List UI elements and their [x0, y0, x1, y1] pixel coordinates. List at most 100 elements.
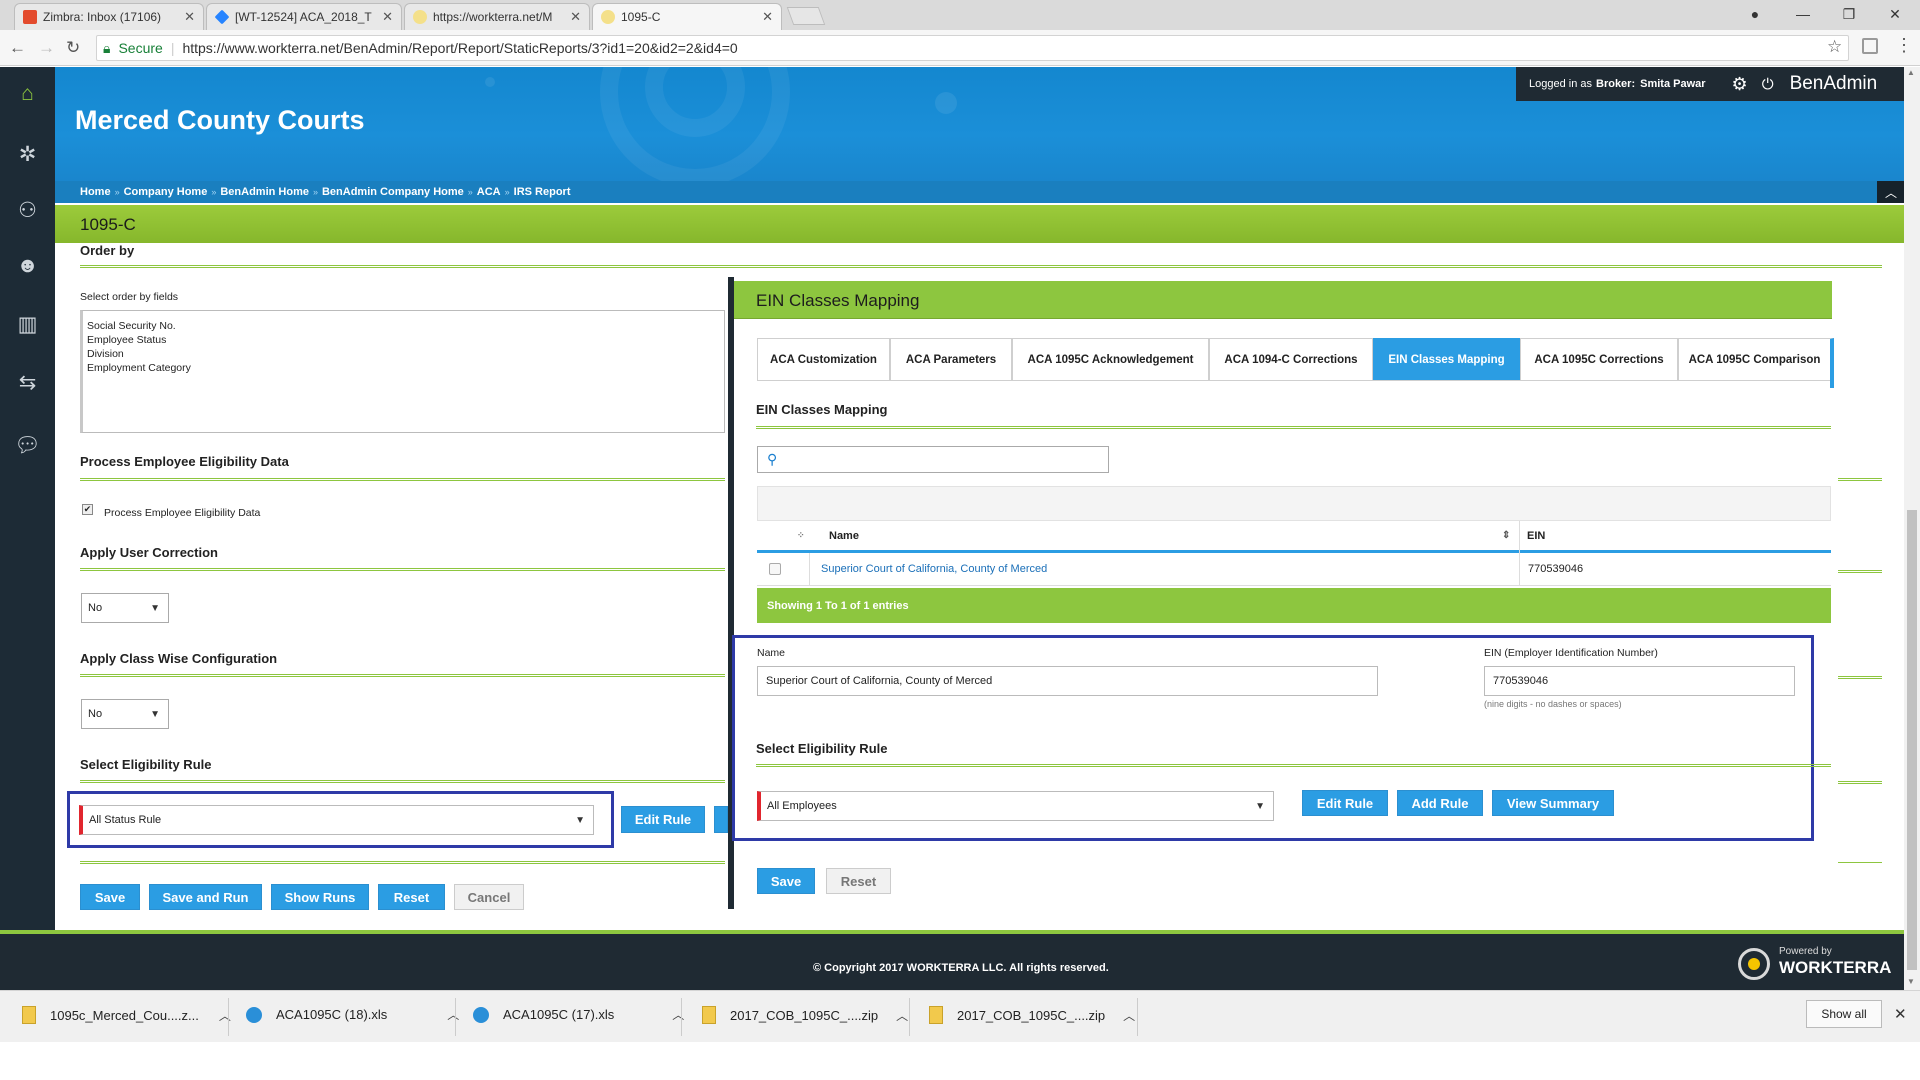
close-downloads-icon[interactable]: ✕ — [1894, 1005, 1907, 1023]
new-tab-button[interactable] — [786, 7, 826, 25]
ein-hint: (nine digits - no dashes or spaces) — [1484, 699, 1622, 709]
panel-edit-rule-button[interactable]: Edit Rule — [1302, 790, 1388, 816]
download-item[interactable]: 1095c_Merced_Cou....z... ︿ — [22, 1006, 231, 1024]
eligibility-rule-select[interactable]: All Status Rule ▼ — [79, 805, 594, 835]
edit-rule-button[interactable]: Edit Rule — [621, 806, 705, 833]
transfer-icon[interactable]: ⇆ — [0, 364, 55, 400]
reset-button[interactable]: Reset — [378, 884, 445, 910]
user-settings-icon[interactable]: ⚇ — [0, 192, 55, 228]
divider — [80, 568, 725, 571]
table-row[interactable]: Superior Court of California, County of … — [757, 553, 1831, 586]
list-item[interactable]: Employment Category — [87, 361, 720, 375]
chevron-up-icon[interactable]: ︿ — [672, 1006, 684, 1023]
cancel-button[interactable]: Cancel — [454, 884, 524, 910]
bookmark-star-icon[interactable]: ☆ — [1827, 37, 1842, 57]
tab-aca-customization[interactable]: ACA Customization — [757, 338, 890, 380]
secure-label: Secure — [118, 40, 163, 56]
bar-chart-icon[interactable]: ▥ — [0, 306, 55, 342]
name-field[interactable]: Superior Court of California, County of … — [757, 666, 1378, 696]
scroll-down-icon[interactable]: ▼ — [1907, 977, 1915, 986]
class-wise-select[interactable]: No ▼ — [81, 699, 169, 729]
process-eligibility-checkbox[interactable]: ✔ — [82, 504, 93, 515]
download-item[interactable]: ACA1095C (17).xls ︿ — [473, 1006, 684, 1023]
forward-icon[interactable]: → — [38, 38, 55, 58]
browser-tab[interactable]: [WT-12524] ACA_2018_T ✕ — [206, 3, 402, 30]
collapse-up-icon[interactable]: ︿ — [1877, 181, 1905, 203]
sort-icon[interactable]: ⁘ — [797, 530, 805, 541]
order-fields-listbox[interactable]: Social Security No. Employee Status Divi… — [80, 310, 725, 433]
breadcrumb-company-home[interactable]: Company Home — [124, 186, 208, 198]
chevron-up-icon[interactable]: ︿ — [896, 1007, 908, 1024]
tab-aca-1095c-corrections[interactable]: ACA 1095C Corrections — [1520, 338, 1678, 380]
column-header-ein[interactable]: EIN — [1527, 530, 1545, 542]
extension-icon[interactable] — [1862, 38, 1878, 54]
reload-icon[interactable]: ↻ — [66, 38, 80, 58]
panel-eligibility-rule-select[interactable]: All Employees ▼ — [757, 791, 1274, 821]
settings-gear-icon[interactable]: ⚙ — [1732, 74, 1748, 95]
row-name-link[interactable]: Superior Court of California, County of … — [821, 563, 1047, 575]
ein-field[interactable]: 770539046 — [1484, 666, 1795, 696]
scroll-up-icon[interactable]: ▲ — [1907, 68, 1915, 77]
url-bar[interactable]: 🔒︎ Secure | https://www.workterra.net/Be… — [96, 35, 1849, 61]
close-tab-icon[interactable]: ✕ — [762, 9, 773, 25]
browser-tab[interactable]: https://workterra.net/M ✕ — [404, 3, 590, 30]
menu-icon[interactable]: ⋮ — [1895, 35, 1913, 56]
breadcrumb-irs-report[interactable]: IRS Report — [514, 186, 571, 198]
download-item[interactable]: 2017_COB_1095C_....zip ︿ — [929, 1006, 1135, 1024]
chevron-up-icon[interactable]: ︿ — [1123, 1007, 1135, 1024]
minimize-icon[interactable]: — — [1780, 2, 1826, 26]
table-header-row: ⁘ Name ⇕ EIN — [757, 521, 1831, 553]
scrollbar-thumb[interactable] — [1907, 510, 1917, 970]
close-tab-icon[interactable]: ✕ — [382, 9, 393, 25]
chevron-up-icon[interactable]: ︿ — [219, 1007, 231, 1024]
chat-icon[interactable]: 💬︎ — [0, 428, 55, 464]
column-header-name[interactable]: Name — [829, 530, 859, 542]
panel-title: EIN Classes Mapping — [756, 291, 920, 310]
breadcrumb-aca[interactable]: ACA — [477, 186, 501, 198]
eligibility-rule-title: Select Eligibility Rule — [80, 757, 212, 772]
tab-aca-1094c-corrections[interactable]: ACA 1094-C Corrections — [1209, 338, 1373, 380]
download-item[interactable]: 2017_COB_1095C_....zip ︿ — [702, 1006, 908, 1024]
search-input[interactable]: ⚲ — [757, 446, 1109, 473]
close-tab-icon[interactable]: ✕ — [184, 9, 195, 25]
breadcrumb-benadmin-home[interactable]: BenAdmin Home — [220, 186, 309, 198]
browser-tab[interactable]: Zimbra: Inbox (17106) ✕ — [14, 3, 204, 30]
tab-aca-1095c-comparison[interactable]: ACA 1095C Comparison — [1678, 338, 1834, 380]
row-checkbox[interactable] — [769, 563, 781, 575]
user-correction-select[interactable]: No ▼ — [81, 593, 169, 623]
sort-arrows-icon[interactable]: ⇕ — [1502, 530, 1510, 541]
show-all-button[interactable]: Show all — [1806, 1000, 1882, 1028]
user-icon[interactable]: ☻ — [0, 248, 55, 284]
zip-file-icon — [929, 1006, 943, 1024]
close-window-icon[interactable]: ✕ — [1872, 2, 1918, 26]
panel-add-rule-button[interactable]: Add Rule — [1397, 790, 1483, 816]
tab-aca-parameters[interactable]: ACA Parameters — [890, 338, 1012, 380]
puzzle-icon[interactable]: ✲ — [0, 136, 55, 172]
restore-icon[interactable]: ❐ — [1826, 2, 1872, 26]
home-icon[interactable]: ⌂ — [0, 76, 55, 112]
panel-save-button[interactable]: Save — [757, 868, 815, 894]
browser-tab-active[interactable]: 1095-C ✕ — [592, 3, 782, 30]
zip-file-icon — [22, 1006, 36, 1024]
panel-reset-button[interactable]: Reset — [826, 868, 891, 894]
breadcrumb-home[interactable]: Home — [80, 186, 111, 198]
tab-aca-1095c-acknowledgement[interactable]: ACA 1095C Acknowledgement — [1012, 338, 1209, 380]
list-item[interactable]: Division — [87, 347, 720, 361]
close-tab-icon[interactable]: ✕ — [570, 9, 581, 25]
download-item[interactable]: ACA1095C (18).xls ︿ — [246, 1006, 459, 1023]
profile-icon[interactable]: ● — [1732, 2, 1778, 26]
divider — [80, 780, 725, 783]
list-item[interactable]: Social Security No. — [87, 319, 720, 333]
save-and-run-button[interactable]: Save and Run — [149, 884, 262, 910]
add-rule-button-partial[interactable] — [714, 806, 728, 833]
show-runs-button[interactable]: Show Runs — [271, 884, 369, 910]
tab-ein-classes-mapping[interactable]: EIN Classes Mapping — [1373, 338, 1520, 380]
save-button[interactable]: Save — [80, 884, 140, 910]
power-icon[interactable]: ⏻ — [1762, 76, 1774, 93]
chevron-up-icon[interactable]: ︿ — [447, 1006, 459, 1023]
dropdown-arrow-icon: ▼ — [1255, 800, 1265, 812]
view-summary-button[interactable]: View Summary — [1492, 790, 1614, 816]
breadcrumb-benadmin-company-home[interactable]: BenAdmin Company Home — [322, 186, 464, 198]
back-icon[interactable]: ← — [9, 38, 26, 58]
list-item[interactable]: Employee Status — [87, 333, 720, 347]
